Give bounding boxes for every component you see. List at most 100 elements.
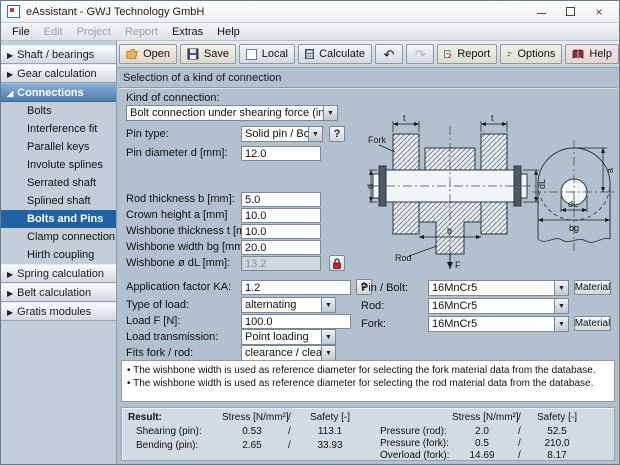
load-transmission-select[interactable]: Point loading ▼ [241, 329, 336, 345]
force-f-label: F [455, 260, 461, 270]
pin-type-select[interactable]: Solid pin / Bolt ▼ [241, 126, 323, 142]
fits-fork-rod-label: Fits fork / rod: [126, 345, 193, 361]
pin-type-help-button[interactable]: ? [329, 126, 345, 142]
report-document-icon [444, 48, 452, 60]
dim-t-label: t [403, 113, 406, 123]
app-window: eAssistant - GWJ Technology GmbH × File … [0, 0, 620, 465]
redo-button: ↷ [406, 44, 434, 64]
sidebar-item-involute-splines[interactable]: Involute splines [1, 156, 116, 174]
calculator-icon [305, 48, 314, 60]
wishbone-width-label: Wishbone width bg [mm]: [126, 239, 250, 255]
chevron-down-icon[interactable]: ▼ [554, 316, 569, 332]
note-line: • The wishbone width is used as referenc… [127, 364, 609, 377]
chevron-down-icon[interactable]: ▼ [321, 345, 336, 361]
pin-diameter-label: Pin diameter d [mm]: [126, 145, 227, 161]
fork-material-button[interactable]: Material [574, 316, 611, 331]
redo-icon: ↷ [415, 48, 426, 61]
result-row-label: Bending (pin): [136, 440, 198, 451]
sidebar-item-interference-fit[interactable]: Interference fit [1, 120, 116, 138]
sidebar-item-connections[interactable]: ◢Connections [1, 83, 116, 102]
help-button[interactable]: Help [565, 44, 619, 64]
sep: / [518, 426, 521, 437]
wishbone-thickness-input[interactable] [241, 224, 321, 239]
wishbone-diameter-label: Wishbone ø dL [mm]: [126, 255, 230, 271]
sidebar-item-shaft-bearings[interactable]: ▶Shaft / bearings [1, 45, 116, 64]
chevron-down-icon[interactable]: ▼ [554, 298, 569, 314]
menu-help[interactable]: Help [210, 26, 247, 38]
sidebar-item-belt-calculation[interactable]: ▶Belt calculation [1, 283, 116, 302]
crown-height-input[interactable] [241, 208, 321, 223]
sidebar-item-spring-calculation[interactable]: ▶Spring calculation [1, 264, 116, 283]
result-row-label: Shearing (pin): [136, 426, 202, 437]
technical-drawing: t t d dL b Fork Rod F [367, 112, 617, 274]
safety-column-header-2: Safety [-] [527, 412, 587, 423]
lock-button[interactable] [329, 255, 345, 271]
pin-material-button[interactable]: Material [574, 280, 611, 295]
sep: / [518, 450, 521, 461]
sidebar-item-parallel-keys[interactable]: Parallel keys [1, 138, 116, 156]
minimize-icon[interactable] [536, 6, 548, 18]
wishbone-width-input[interactable] [241, 240, 321, 255]
result-value: 52.5 [527, 426, 587, 437]
pin-material-label: Pin / Bolt: [361, 280, 408, 296]
stress-column-header-2: Stress [N/mm²] [452, 412, 512, 423]
undo-icon: ↶ [384, 48, 395, 61]
app-icon [7, 5, 20, 18]
menu-report: Report [118, 26, 165, 38]
calculate-button[interactable]: Calculate [298, 44, 372, 64]
result-row-label: Pressure (fork): [380, 438, 449, 449]
sidebar-item-splined-shaft[interactable]: Splined shaft [1, 192, 116, 210]
result-value: 14.69 [452, 450, 512, 461]
sep: / [288, 412, 291, 423]
wishbone-diameter-input [241, 256, 321, 271]
pin-diameter-input[interactable] [241, 146, 321, 161]
local-checkbox[interactable] [246, 49, 257, 60]
close-icon[interactable]: × [593, 5, 605, 19]
fork-material-select[interactable]: 16MnCr5 ▼ [428, 316, 569, 332]
save-button[interactable]: Save [180, 44, 236, 64]
load-f-input[interactable] [241, 314, 351, 329]
title-bar: eAssistant - GWJ Technology GmbH × [1, 1, 619, 23]
sidebar-item-bolts[interactable]: Bolts [1, 102, 116, 120]
sidebar-item-hirth-coupling[interactable]: Hirth coupling [1, 246, 116, 264]
options-button[interactable]: Options [500, 44, 562, 64]
sidebar-item-gratis-modules[interactable]: ▶Gratis modules [1, 302, 116, 321]
kind-of-connection-label: Kind of connection: [126, 90, 220, 106]
fits-fork-rod-select[interactable]: clearance / cleara... ▼ [241, 345, 336, 361]
undo-button[interactable]: ↶ [375, 44, 403, 64]
report-button[interactable]: Report [437, 44, 497, 64]
toolbar: Open Save Local Calculate ↶ ↷ Report Opt… [117, 41, 620, 68]
result-value: 210.0 [527, 438, 587, 449]
sidebar-item-clamp-connection[interactable]: Clamp connection [1, 228, 116, 246]
sep: / [288, 426, 291, 437]
chevron-down-icon[interactable]: ▼ [323, 105, 338, 121]
load-transmission-label: Load transmission: [126, 329, 218, 345]
main-panel: Selection of a kind of connection Kind o… [117, 68, 620, 465]
chevron-down-icon[interactable]: ▼ [321, 297, 336, 313]
crown-height-label: Crown height a [mm] [126, 207, 227, 223]
result-value: 0.53 [222, 426, 282, 437]
maximize-icon[interactable] [566, 7, 575, 16]
pin-material-select[interactable]: 16MnCr5 ▼ [428, 280, 569, 296]
load-f-label: Load F [N]: [126, 313, 180, 329]
open-button[interactable]: Open [119, 44, 177, 64]
sidebar-item-bolts-and-pins[interactable]: Bolts and Pins [1, 210, 116, 228]
dim-bg-label: bg [569, 223, 579, 233]
menu-edit: Edit [37, 26, 70, 38]
chevron-down-icon[interactable]: ▼ [554, 280, 569, 296]
type-of-load-select[interactable]: alternating ▼ [241, 297, 336, 313]
sidebar-item-gear-calculation[interactable]: ▶Gear calculation [1, 64, 116, 83]
chevron-down-icon[interactable]: ▼ [321, 329, 336, 345]
note-line: • The wishbone width is used as referenc… [127, 377, 609, 390]
sidebar-item-serrated-shaft[interactable]: Serrated shaft [1, 174, 116, 192]
chevron-down-icon[interactable]: ▼ [308, 126, 323, 142]
application-factor-input[interactable] [241, 280, 351, 295]
rod-thickness-input[interactable] [241, 192, 321, 207]
rod-material-select[interactable]: 16MnCr5 ▼ [428, 298, 569, 314]
menu-file[interactable]: File [5, 26, 37, 38]
menu-extras[interactable]: Extras [165, 26, 210, 38]
local-toggle[interactable]: Local [239, 44, 295, 64]
dim-dl2-label: dL [568, 199, 578, 209]
dim-a-label: a [605, 168, 615, 173]
kind-of-connection-select[interactable]: Bolt connection under shearing force (in… [126, 105, 338, 121]
